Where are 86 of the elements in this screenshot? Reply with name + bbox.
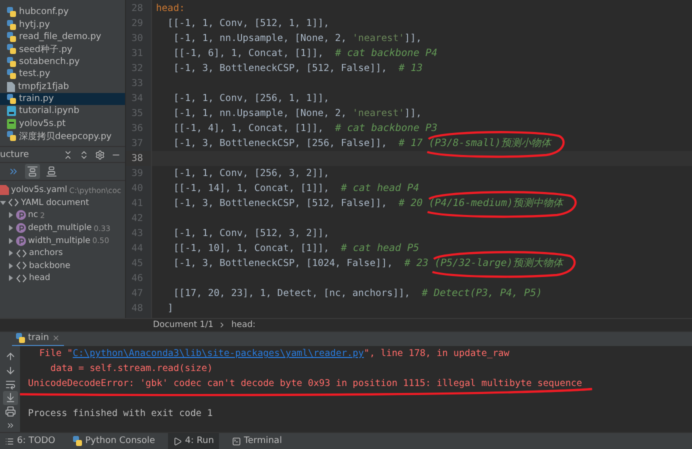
python-file-icon (7, 131, 16, 142)
python-file-icon (7, 94, 16, 104)
tool-window-tab[interactable]: Python Console (68, 432, 160, 449)
property-icon (16, 236, 26, 246)
collapse-all-icon[interactable] (63, 150, 73, 160)
file-item[interactable]: tutorial.ipynb (0, 105, 125, 118)
code-line: [[-1, 10], 1, Concat, [1]], # cat head P5 (172, 242, 420, 256)
file-item[interactable]: tmpfjz1fjab (0, 80, 125, 93)
console-line: UnicodeDecodeError: 'gbk' codec can't decode byte 0x93 in position 1115: illegal multibyte sequence (28, 376, 582, 391)
collapsed-arrow-icon[interactable] (8, 238, 14, 244)
binary-file-icon (7, 118, 16, 129)
property-icon (16, 210, 26, 220)
file-item[interactable]: train.py (0, 92, 125, 106)
console-line: File "C:\python\Anaconda3\lib\site-packages\yaml\reader.py", line 178, in update_raw (38, 347, 510, 361)
code-line: [-1, 3, BottleneckCSP, [1024, False]], # 23 (P5/32-large)预测大物体 (156, 256, 563, 271)
expanded-arrow-icon[interactable] (0, 200, 6, 206)
settings-icon[interactable] (95, 150, 105, 160)
tree-item[interactable]: YAML document (21, 198, 90, 208)
code-line: [-1, 1, Conv, [512, 3, 2]], (172, 227, 330, 241)
code-line: [-1, 1, Conv, [256, 1, 1]], (172, 92, 330, 106)
tool-window-tab[interactable]: 6: TODO (0, 432, 60, 449)
code-line: ] (166, 302, 174, 316)
breadcrumb-item[interactable]: Document 1/1 (153, 320, 214, 330)
python-file-icon (73, 436, 82, 446)
python-file-icon (7, 20, 16, 30)
tool-window-tab[interactable]: Terminal (226, 432, 287, 449)
file-item[interactable]: test.py (0, 68, 125, 80)
collapsed-arrow-icon[interactable] (8, 262, 14, 269)
tree-item[interactable]: width_multiple (28, 236, 90, 246)
play-icon (173, 436, 182, 446)
file-item[interactable]: 深度拷贝deepcopy.py (0, 130, 125, 142)
python-file-icon (7, 7, 16, 18)
code-brackets-icon (16, 261, 27, 270)
code-line: head: (156, 2, 185, 16)
code-line: [[-1, 14], 1, Concat, [1]], # cat head P4 (172, 182, 420, 196)
print-icon[interactable] (2, 404, 18, 418)
tree-item[interactable]: yolov5s.yaml (11, 185, 68, 196)
code-line: [[-1, 1, Conv, [512, 1, 1]], (166, 17, 330, 31)
tree-item[interactable]: backbone (29, 260, 70, 271)
tree-item[interactable]: depth_multiple (28, 223, 92, 234)
file-item[interactable]: seed种子.py (0, 43, 125, 56)
file-item[interactable]: sotabench.py (0, 56, 125, 68)
code-line: [-1, 3, BottleneckCSP, [512, False]], # 20 (P4/16-medium)预测中物体 (156, 196, 563, 211)
file-item[interactable]: hubconf.py (0, 6, 125, 18)
code-brackets-icon (8, 198, 19, 208)
file-icon (7, 82, 15, 92)
code-line: [-1, 1, Conv, [256, 3, 2]], (172, 167, 330, 181)
python-file-icon (16, 333, 25, 343)
python-file-icon (7, 69, 16, 80)
align-top-icon[interactable] (25, 164, 40, 179)
python-file-icon (7, 32, 16, 42)
file-item[interactable]: hytj.py (0, 18, 125, 31)
property-icon (16, 223, 26, 234)
collapsed-arrow-icon[interactable] (8, 225, 14, 232)
panel-title: ucture (0, 150, 30, 160)
collapsed-arrow-icon[interactable] (8, 212, 14, 218)
python-file-icon (7, 56, 16, 67)
code-brackets-icon (16, 248, 27, 258)
console-line: Process finished with exit code 1 (28, 407, 213, 421)
file-item[interactable]: yolov5s.pt (0, 118, 125, 130)
close-icon[interactable] (52, 334, 60, 342)
tool-window-tab[interactable]: 4: Run (168, 432, 219, 449)
notebook-file-icon (7, 106, 16, 116)
align-bottom-icon[interactable] (44, 164, 59, 179)
scroll-to-end-icon[interactable] (2, 391, 18, 405)
expand-all-icon[interactable] (79, 150, 89, 160)
code-line: [-1, 3, BottleneckCSP, [512, False]], # 13 (172, 62, 423, 76)
python-file-icon (7, 44, 16, 54)
code-line: [-1, 3, BottleneckCSP, [256, False]], # 17 (P3/8-small)预测小物体 (156, 136, 551, 151)
console-line: data = self.stream.read(size) (49, 362, 213, 376)
breadcrumb-item[interactable]: head: (231, 320, 256, 330)
tree-item[interactable]: nc (28, 210, 38, 220)
file-item[interactable]: read_file_demo.py (0, 30, 125, 44)
code-line: [[17, 20, 23], 1, Detect, [nc, anchors]], # Detect(P3, P4, P5) (172, 287, 542, 301)
code-line: [-1, 1, nn.Upsample, [None, 2, 'nearest']], (172, 32, 422, 46)
list-icon (5, 436, 14, 446)
terminal-icon (232, 436, 241, 446)
code-line: [[-1, 4], 1, Concat, [1]], # cat backbone P3 (172, 122, 438, 136)
collapsed-arrow-icon[interactable] (8, 250, 14, 256)
yaml-file-icon (0, 185, 9, 196)
tree-item[interactable]: anchors (29, 248, 63, 258)
collapsed-arrow-icon[interactable] (8, 275, 14, 282)
code-line: [[-1, 6], 1, Concat, [1]], # cat backbone P4 (172, 47, 438, 61)
code-brackets-icon (16, 274, 27, 283)
code-line: [-1, 1, nn.Upsample, [None, 2, 'nearest']], (172, 107, 422, 121)
tree-item[interactable]: head (29, 273, 50, 284)
